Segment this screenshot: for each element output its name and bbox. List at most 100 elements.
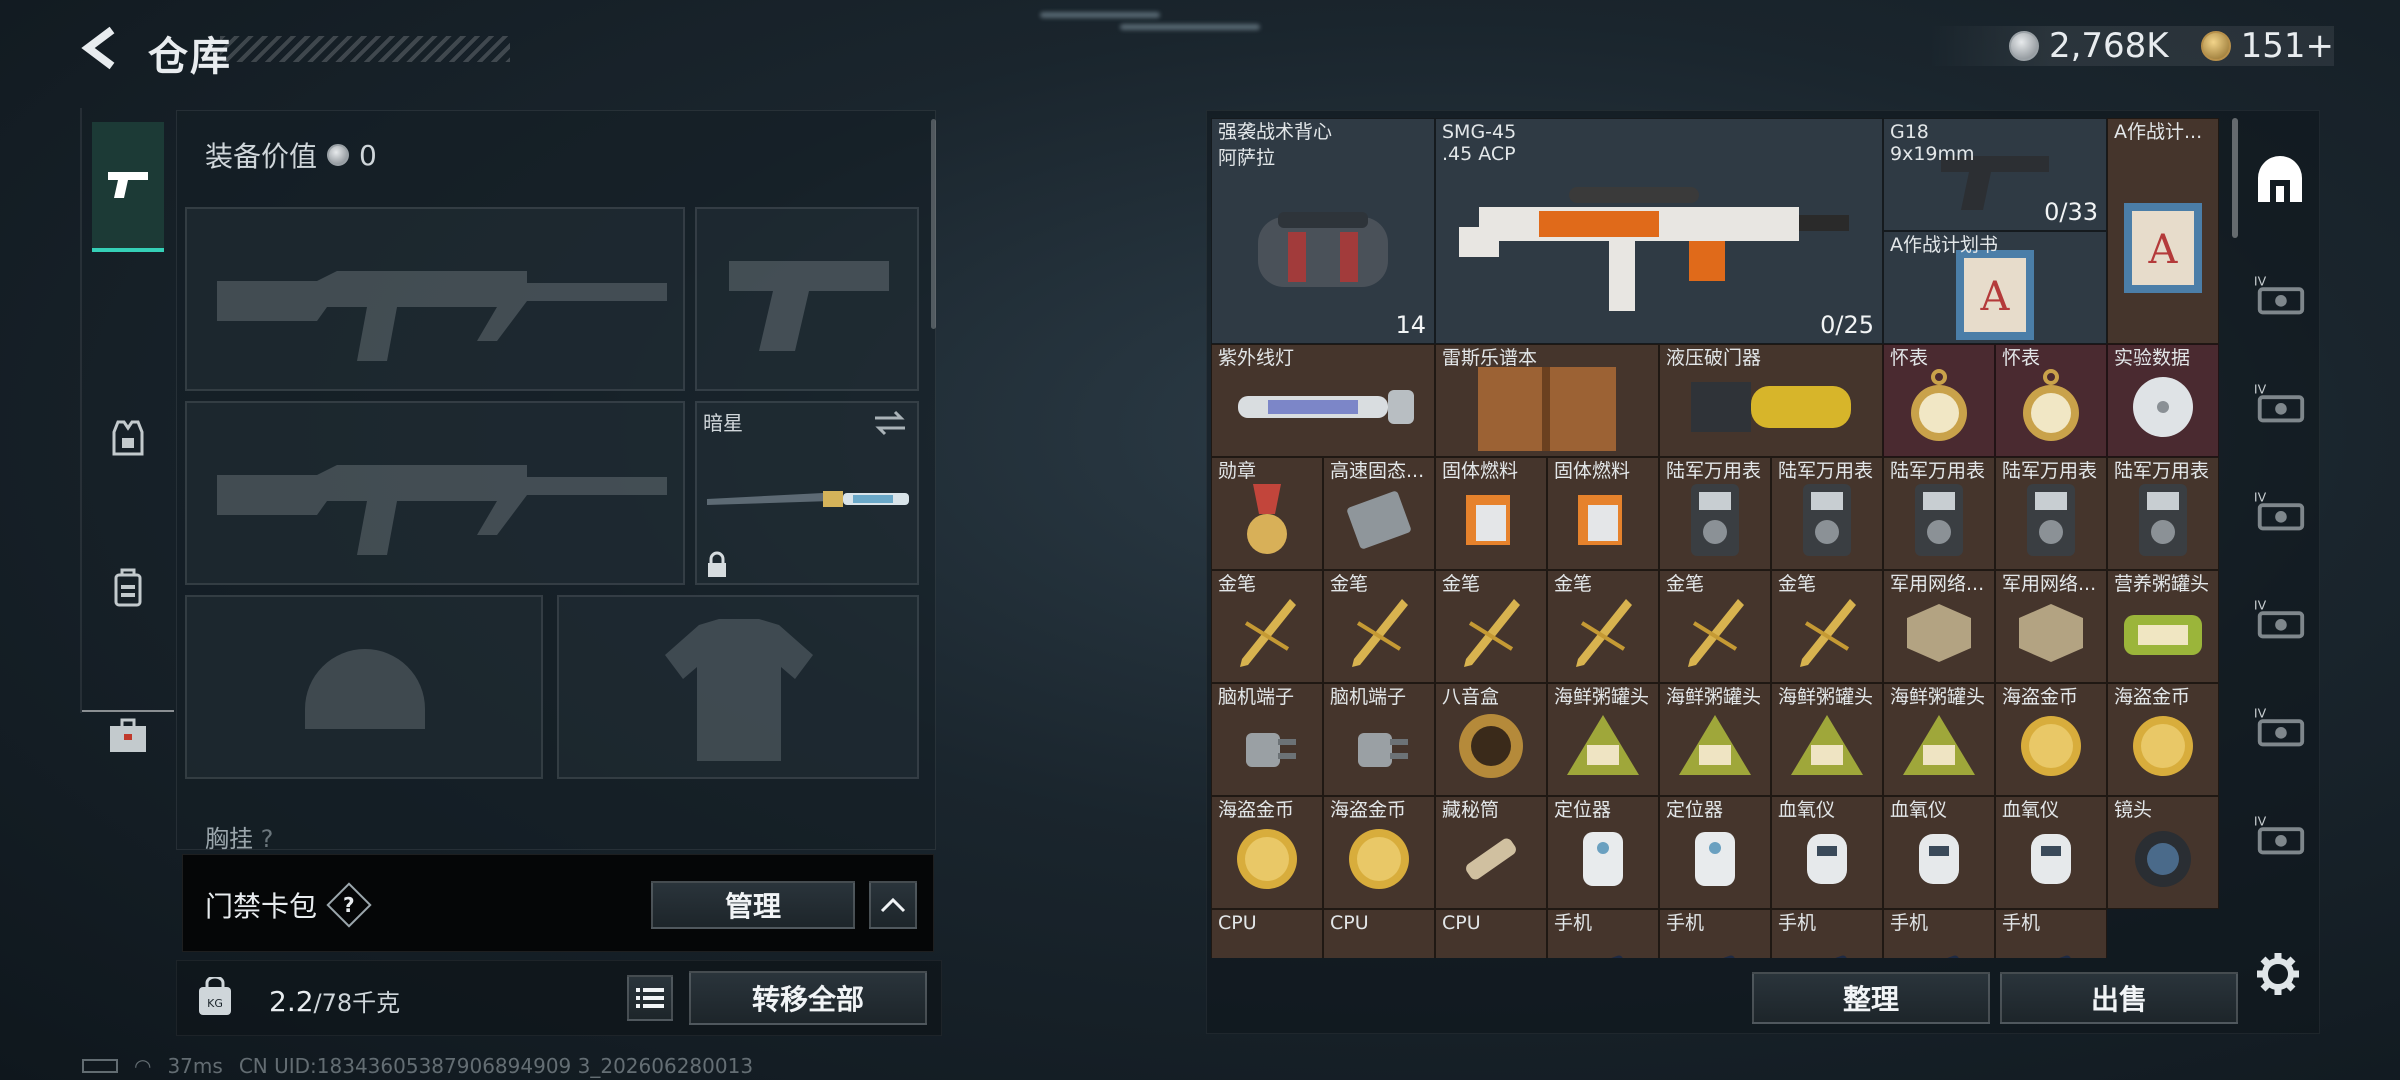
stash-item[interactable]: 固体燃料 [1547,457,1659,570]
container-tier-icon[interactable]: IV [2252,484,2308,540]
stash-item[interactable]: CPU [1211,909,1323,958]
stash-item[interactable]: G18 9x19mm 0/33 [1883,118,2107,231]
stash-item[interactable]: 固体燃料 [1435,457,1547,570]
stash-item[interactable]: 藏秘筒 [1435,796,1547,909]
stash-item[interactable]: 实验数据 [2107,344,2219,457]
stash-item[interactable]: 血氧仪 [1771,796,1883,909]
stash-item[interactable]: 金笔 [1547,570,1659,683]
container-tier-icon[interactable]: IV [2252,268,2308,324]
stash-item[interactable]: 海鲜粥罐头 [1771,683,1883,796]
sell-button[interactable]: 出售 [2000,972,2238,1024]
pistol-slot[interactable] [695,207,919,391]
stash-item[interactable]: 陆军万用表 [1659,457,1771,570]
stash-item[interactable]: 手机 [1771,909,1883,958]
stash-item-count: 0/33 [2044,198,2098,226]
stash-item[interactable]: 怀表 [1995,344,2107,457]
stash-item[interactable]: 海盗金币 [2107,683,2219,796]
stash-item[interactable]: 紫外线灯 [1211,344,1435,457]
stash-item-label: G18 [1890,121,1929,143]
stash-item[interactable]: 营养粥罐头 [2107,570,2219,683]
secondary-weapon-slot[interactable] [185,401,685,585]
stash-item[interactable]: 血氧仪 [1995,796,2107,909]
tab-case[interactable] [92,696,164,776]
stash-item[interactable]: 海盗金币 [1211,796,1323,909]
stash-item[interactable]: 血氧仪 [1883,796,1995,909]
lock-icon [708,551,726,577]
stash-item[interactable]: 海盗金币 [1995,683,2107,796]
stash-item[interactable]: 陆军万用表 [1995,457,2107,570]
stash-item[interactable]: 强袭战术背心 阿萨拉 14 [1211,118,1435,344]
stash-item[interactable]: 脑机端子 [1323,683,1435,796]
stash-item[interactable]: 金笔 [1771,570,1883,683]
container-tier-icon[interactable]: IV [2252,700,2308,756]
stash-item[interactable]: 定位器 [1547,796,1659,909]
stash-item[interactable]: 镜头 [2107,796,2219,909]
stash-item[interactable]: 雷斯乐谱本 [1435,344,1659,457]
help-icon[interactable]: ? [326,882,372,928]
stash-item[interactable]: 军用网络... [1883,570,1995,683]
stash-item-label: 金笔 [1554,573,1593,595]
stash-item[interactable]: 金笔 [1659,570,1771,683]
stash-item[interactable]: 液压破门器 [1659,344,1883,457]
multimeter-icon [2133,480,2193,564]
stash-item[interactable]: 手机 [1995,909,2107,958]
swap-icon[interactable] [873,409,907,437]
stash-item[interactable]: 手机 [1883,909,1995,958]
settings-button[interactable] [2256,952,2300,1000]
stash-item[interactable]: 八音盒 [1435,683,1547,796]
tab-weapons[interactable] [92,122,164,252]
stash-item[interactable]: 海鲜粥罐头 [1547,683,1659,796]
tab-backpack[interactable] [92,548,164,628]
stash-item[interactable]: SMG-45.45 ACP 0/25 [1435,118,1883,344]
container-tier-icon[interactable]: IV [2252,808,2308,864]
expand-button[interactable] [869,881,917,929]
notebook-icon [1472,357,1622,456]
stash-item-label: 海盗金币 [1330,799,1407,821]
stash-item[interactable]: 陆军万用表 [2107,457,2219,570]
primary-weapon-slot[interactable] [185,207,685,391]
back-button[interactable] [78,26,122,70]
melee-slot[interactable]: 暗星 [695,401,919,585]
stash-home-icon[interactable] [2252,154,2308,210]
manage-button[interactable]: 管理 [651,881,855,929]
container-tier-icon[interactable]: IV [2252,592,2308,648]
stash-item[interactable]: 脑机端子 [1211,683,1323,796]
stash-item[interactable]: 海鲜粥罐头 [1883,683,1995,796]
stash-item[interactable]: 陆军万用表 [1771,457,1883,570]
gold-coin-icon [1232,824,1302,898]
stash-item-label: 紫外线灯 [1218,347,1295,369]
stash-item[interactable]: A A作战计... [2107,118,2219,344]
stash-item[interactable]: A A作战计划书 [1883,231,2107,344]
stash-item-label: 手机 [1554,912,1593,934]
svg-text:A: A [2148,227,2179,273]
stash-item[interactable]: 金笔 [1211,570,1323,683]
helmet-slot[interactable] [185,595,543,779]
premium-value[interactable]: 151+ [2241,26,2334,66]
list-view-button[interactable] [627,975,673,1021]
oximeter-icon [1909,824,1969,898]
transfer-all-button[interactable]: 转移全部 [689,971,927,1025]
container-tier-icon[interactable]: IV [2252,376,2308,432]
svg-text:IV: IV [2254,705,2267,720]
stash-item[interactable]: 勋章 [1211,457,1323,570]
stash-item[interactable]: 陆军万用表 [1883,457,1995,570]
stash-item[interactable]: CPU [1435,909,1547,958]
sort-button[interactable]: 整理 [1752,972,1990,1024]
armor-slot[interactable] [557,595,919,779]
stash-item[interactable]: 高速固态... [1323,457,1435,570]
stash-item[interactable]: 金笔 [1435,570,1547,683]
stash-item[interactable]: 手机 [1547,909,1659,958]
melee-name: 暗星 [703,411,743,435]
stash-item[interactable]: 怀表 [1883,344,1995,457]
equipment-scrollbar[interactable] [931,119,936,329]
stash-item[interactable]: CPU [1323,909,1435,958]
stash-item-label: 实验数据 [2114,347,2191,369]
stash-item-count: 0/25 [1820,311,1874,339]
tab-armor[interactable] [92,398,164,478]
stash-item[interactable]: 手机 [1659,909,1771,958]
stash-item[interactable]: 海鲜粥罐头 [1659,683,1771,796]
stash-item[interactable]: 定位器 [1659,796,1771,909]
stash-item[interactable]: 军用网络... [1995,570,2107,683]
stash-item[interactable]: 金笔 [1323,570,1435,683]
stash-item[interactable]: 海盗金币 [1323,796,1435,909]
